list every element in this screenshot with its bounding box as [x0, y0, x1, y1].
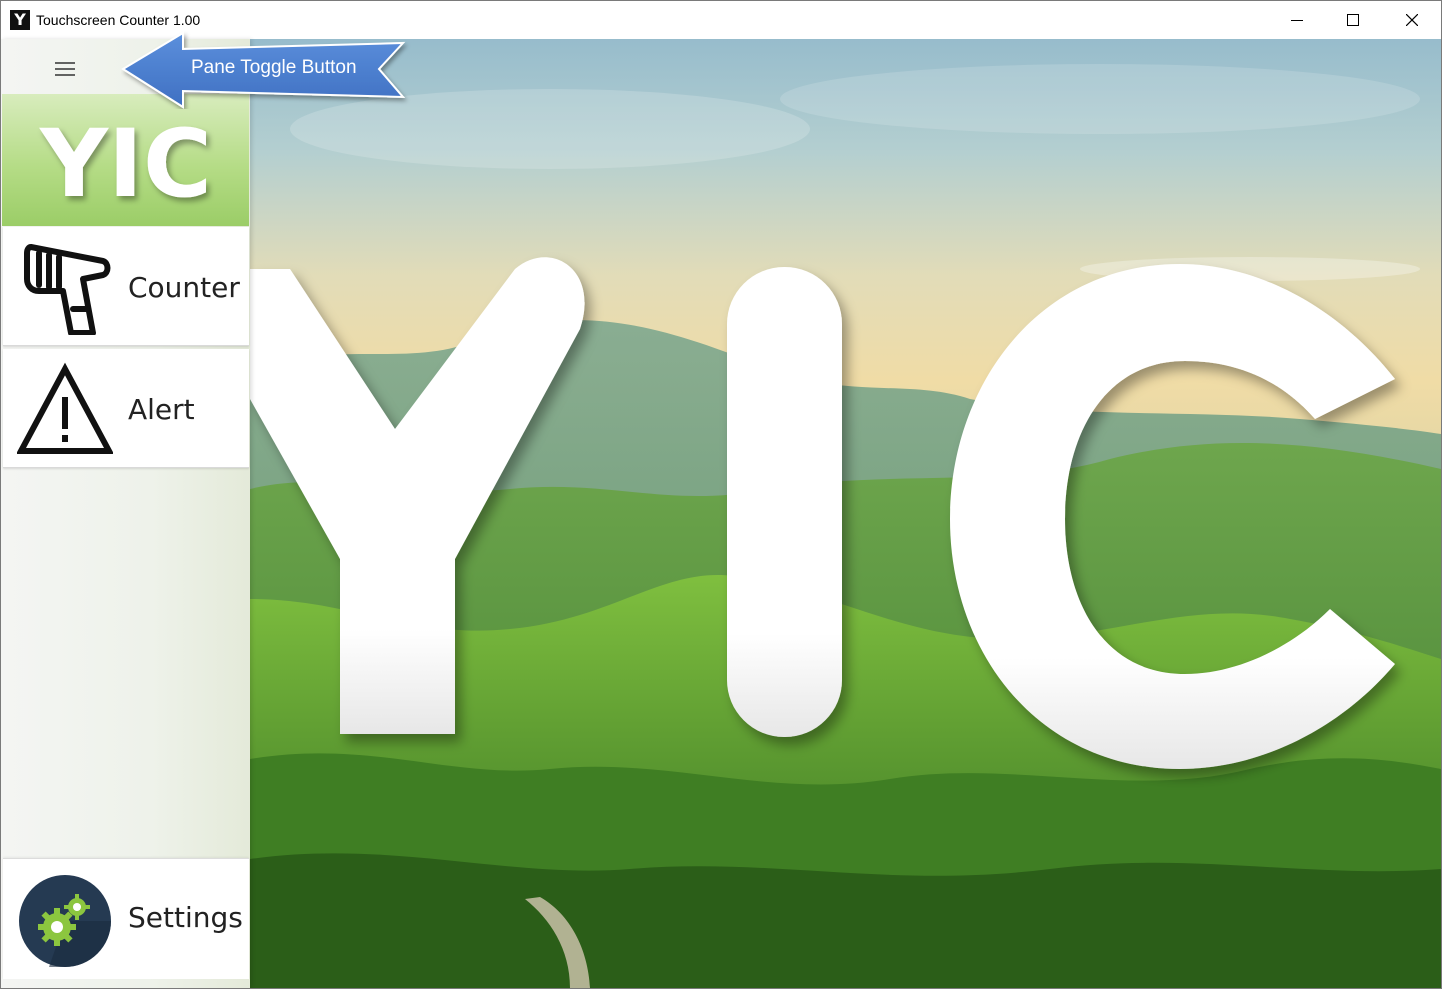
- warning-triangle-icon: [17, 362, 113, 454]
- callout-label: Pane Toggle Button: [191, 57, 357, 78]
- nav-label-alert: Alert: [128, 393, 195, 426]
- logo-text: YIC: [39, 110, 212, 219]
- background-image: [250, 39, 1441, 988]
- barcode-scanner-icon: [24, 244, 111, 335]
- settings-gears-icon: [19, 875, 111, 967]
- minimize-icon: [1291, 20, 1303, 21]
- logo-tile: YIC: [2, 94, 249, 226]
- nav-item-alert[interactable]: Alert: [3, 349, 249, 468]
- maximize-icon: [1347, 14, 1359, 26]
- app-icon: Y: [10, 10, 30, 30]
- nav-item-settings[interactable]: Settings: [3, 858, 249, 979]
- app-window: Y Touchscreen Counter 1.00 YIC Counter A…: [0, 0, 1442, 989]
- close-icon: [1406, 14, 1418, 26]
- close-button[interactable]: [1383, 1, 1441, 39]
- minimize-button[interactable]: [1268, 1, 1326, 39]
- hamburger-icon: [55, 62, 75, 76]
- pane-toggle-button[interactable]: [45, 51, 85, 87]
- nav-item-counter[interactable]: Counter: [3, 227, 249, 346]
- maximize-button[interactable]: [1324, 1, 1382, 39]
- window-title: Touchscreen Counter 1.00: [36, 12, 201, 28]
- navigation-pane: YIC Counter Alert Settings: [1, 39, 250, 988]
- nav-label-counter: Counter: [128, 271, 240, 304]
- nav-label-settings: Settings: [128, 901, 243, 934]
